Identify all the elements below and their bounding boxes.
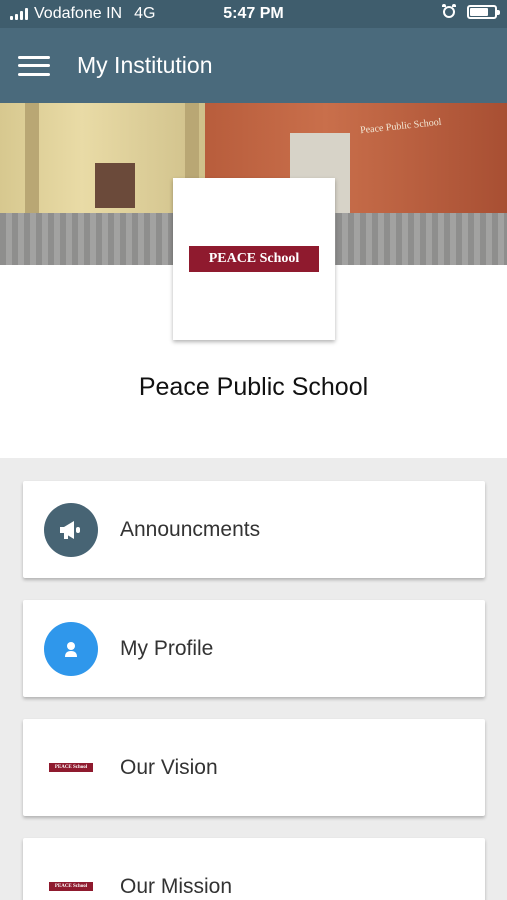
battery-icon [467,5,500,19]
menu-item-our-vision[interactable]: PEACE School Our Vision [23,719,485,816]
banner-building-sign: Peace Public School [359,116,443,137]
menu-item-my-profile[interactable]: My Profile [23,600,485,697]
megaphone-icon [44,502,98,557]
alarm-icon [442,4,456,18]
school-logo-icon: PEACE School [44,860,98,900]
status-time: 5:47 PM [223,5,284,22]
hamburger-menu-icon[interactable] [18,55,50,76]
school-logo-text: PEACE School [208,251,300,266]
person-icon [44,621,98,676]
school-logo-icon-text: PEACE School [54,765,88,770]
menu-item-label: Our Mission [120,874,233,898]
menu-item-label: Announcments [120,517,261,541]
school-logo-icon: PEACE School [44,741,98,795]
menu-item-announcements[interactable]: Announcments [23,481,485,578]
school-logo-icon-text: PEACE School [54,884,88,889]
app-bar: My Institution [0,28,507,103]
menu-item-label: My Profile [120,636,214,660]
school-name: Peace Public School [138,373,369,401]
school-logo-card: PEACE School [173,178,335,340]
school-logo: PEACE School [189,246,319,272]
app-bar-title: My Institution [77,52,213,78]
menu-item-our-mission[interactable]: PEACE School Our Mission [23,838,485,900]
status-bar: Vodafone IN 4G 5:47 PM [0,0,507,28]
menu-item-label: Our Vision [120,755,218,779]
status-right [442,4,500,19]
